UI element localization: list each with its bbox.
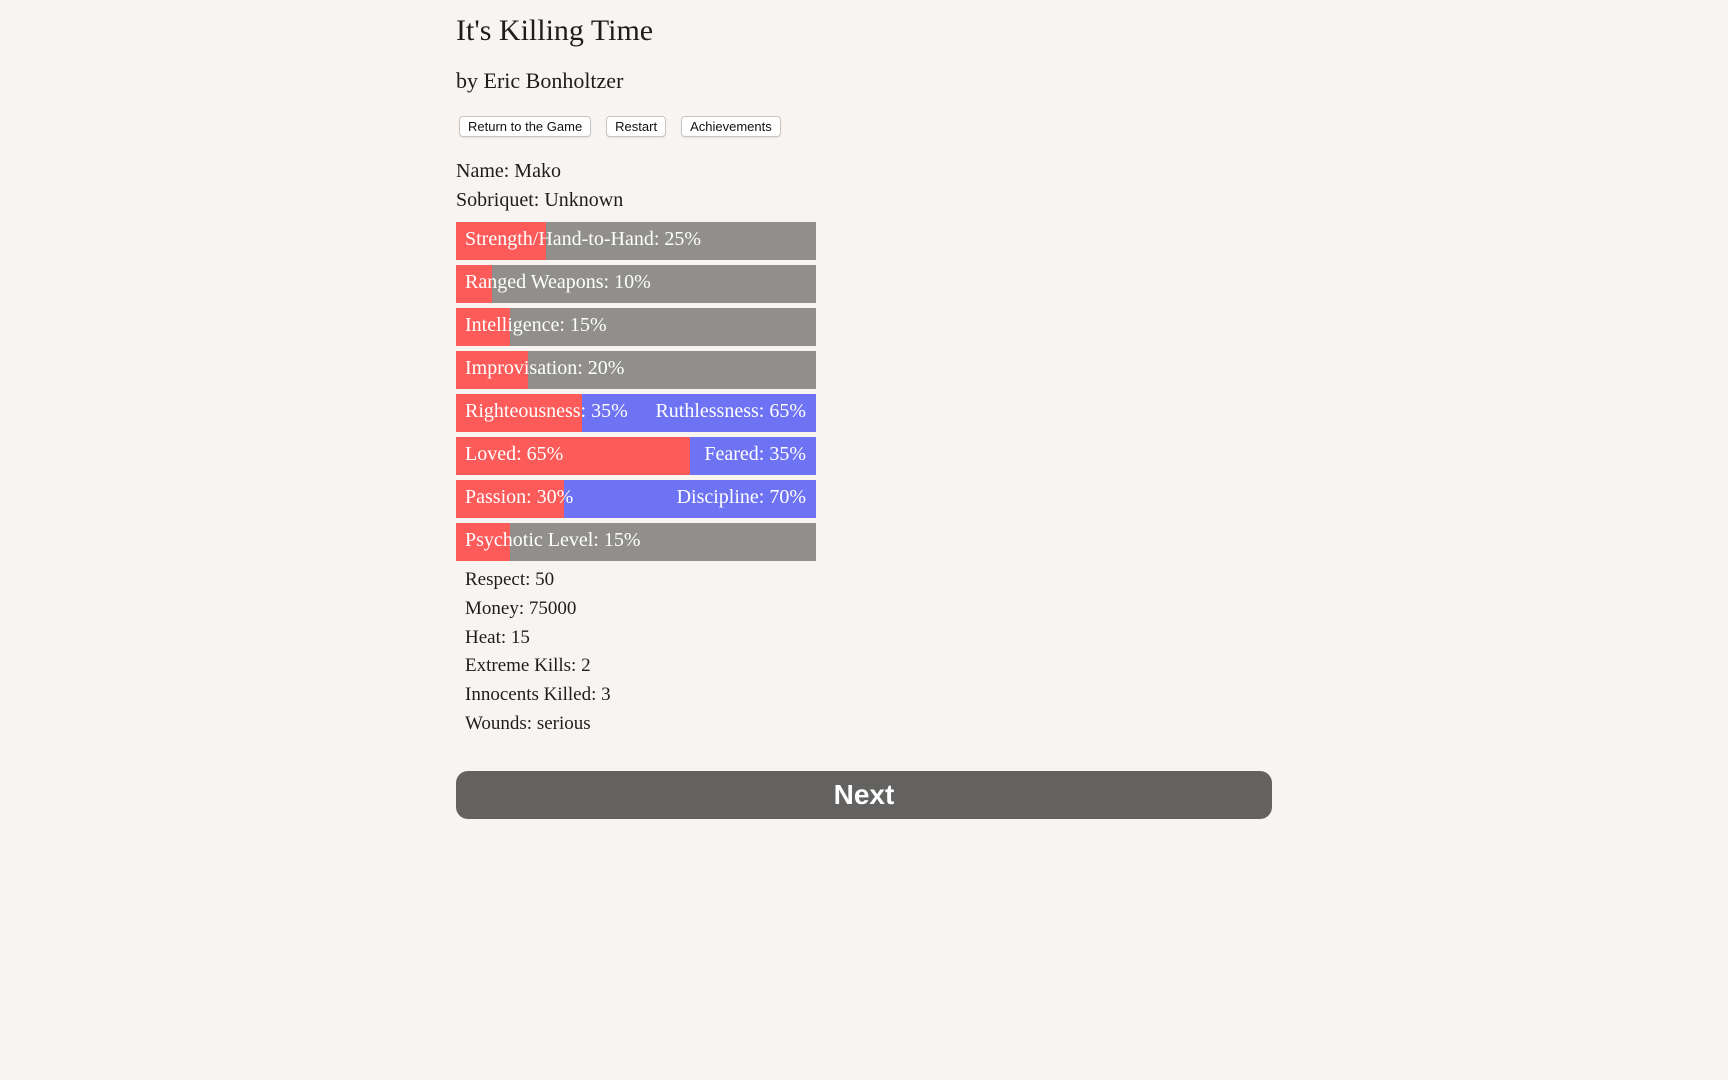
stat-bar: Ranged Weapons: 10% [456,265,816,303]
stat-bar-label: Loved: 65% [465,443,564,465]
stat-bar-label: Improvisation: 20% [465,357,625,379]
stat-item: Money: 75000 [465,597,577,619]
stat-bars: Strength/Hand-to-Hand: 25% Ranged Weapons… [456,222,816,566]
stat-bar-label: Strength/Hand-to-Hand: 25% [465,228,702,250]
stat-bar-label: Psychotic Level: 15% [465,529,641,551]
menu-buttons: Return to the Game Restart Achievements [459,116,781,137]
character-sobriquet: Sobriquet: Unknown [456,189,624,211]
next-button[interactable]: Next [456,771,1272,819]
achievements-button[interactable]: Achievements [681,116,781,137]
stat-bar: Psychotic Level: 15% [456,523,816,561]
character-name: Name: Mako [456,160,561,182]
stat-item: Innocents Killed: 3 [465,684,611,706]
return-to-game-button[interactable]: Return to the Game [459,116,592,137]
opposed-stat-bar: Passion: 30% Discipline: 70% [456,480,816,518]
stat-list: Respect: 50 Money: 75000 Heat: 15 Extreme K… [465,566,611,739]
stat-bar-opposed-label: Feared: 35% [704,443,806,465]
stat-bar-opposed-label: Ruthlessness: 65% [655,400,806,422]
stat-bar: Improvisation: 20% [456,351,816,389]
stat-bar-label: Intelligence: 15% [465,314,607,336]
stat-item: Extreme Kills: 2 [465,655,591,677]
stat-bar-opposed-label: Discipline: 70% [676,486,806,508]
stat-bar-label: Passion: 30% [465,486,574,508]
opposed-stat-bar: Loved: 65% Feared: 35% [456,437,816,475]
stat-bar: Intelligence: 15% [456,308,816,346]
stat-item: Respect: 50 [465,569,555,590]
game-title: It's Killing Time [456,14,654,47]
restart-button[interactable]: Restart [606,116,667,137]
opposed-stat-bar: Righteousness: 35% Ruthlessness: 65% [456,394,816,432]
stat-item: Heat: 15 [465,626,530,648]
game-author: by Eric Bonholtzer [456,68,624,93]
stat-item: Wounds: serious [465,712,591,734]
stat-bar-label: Ranged Weapons: 10% [465,271,651,293]
stat-bar: Strength/Hand-to-Hand: 25% [456,222,816,260]
stat-bar-label: Righteousness: 35% [465,400,628,422]
